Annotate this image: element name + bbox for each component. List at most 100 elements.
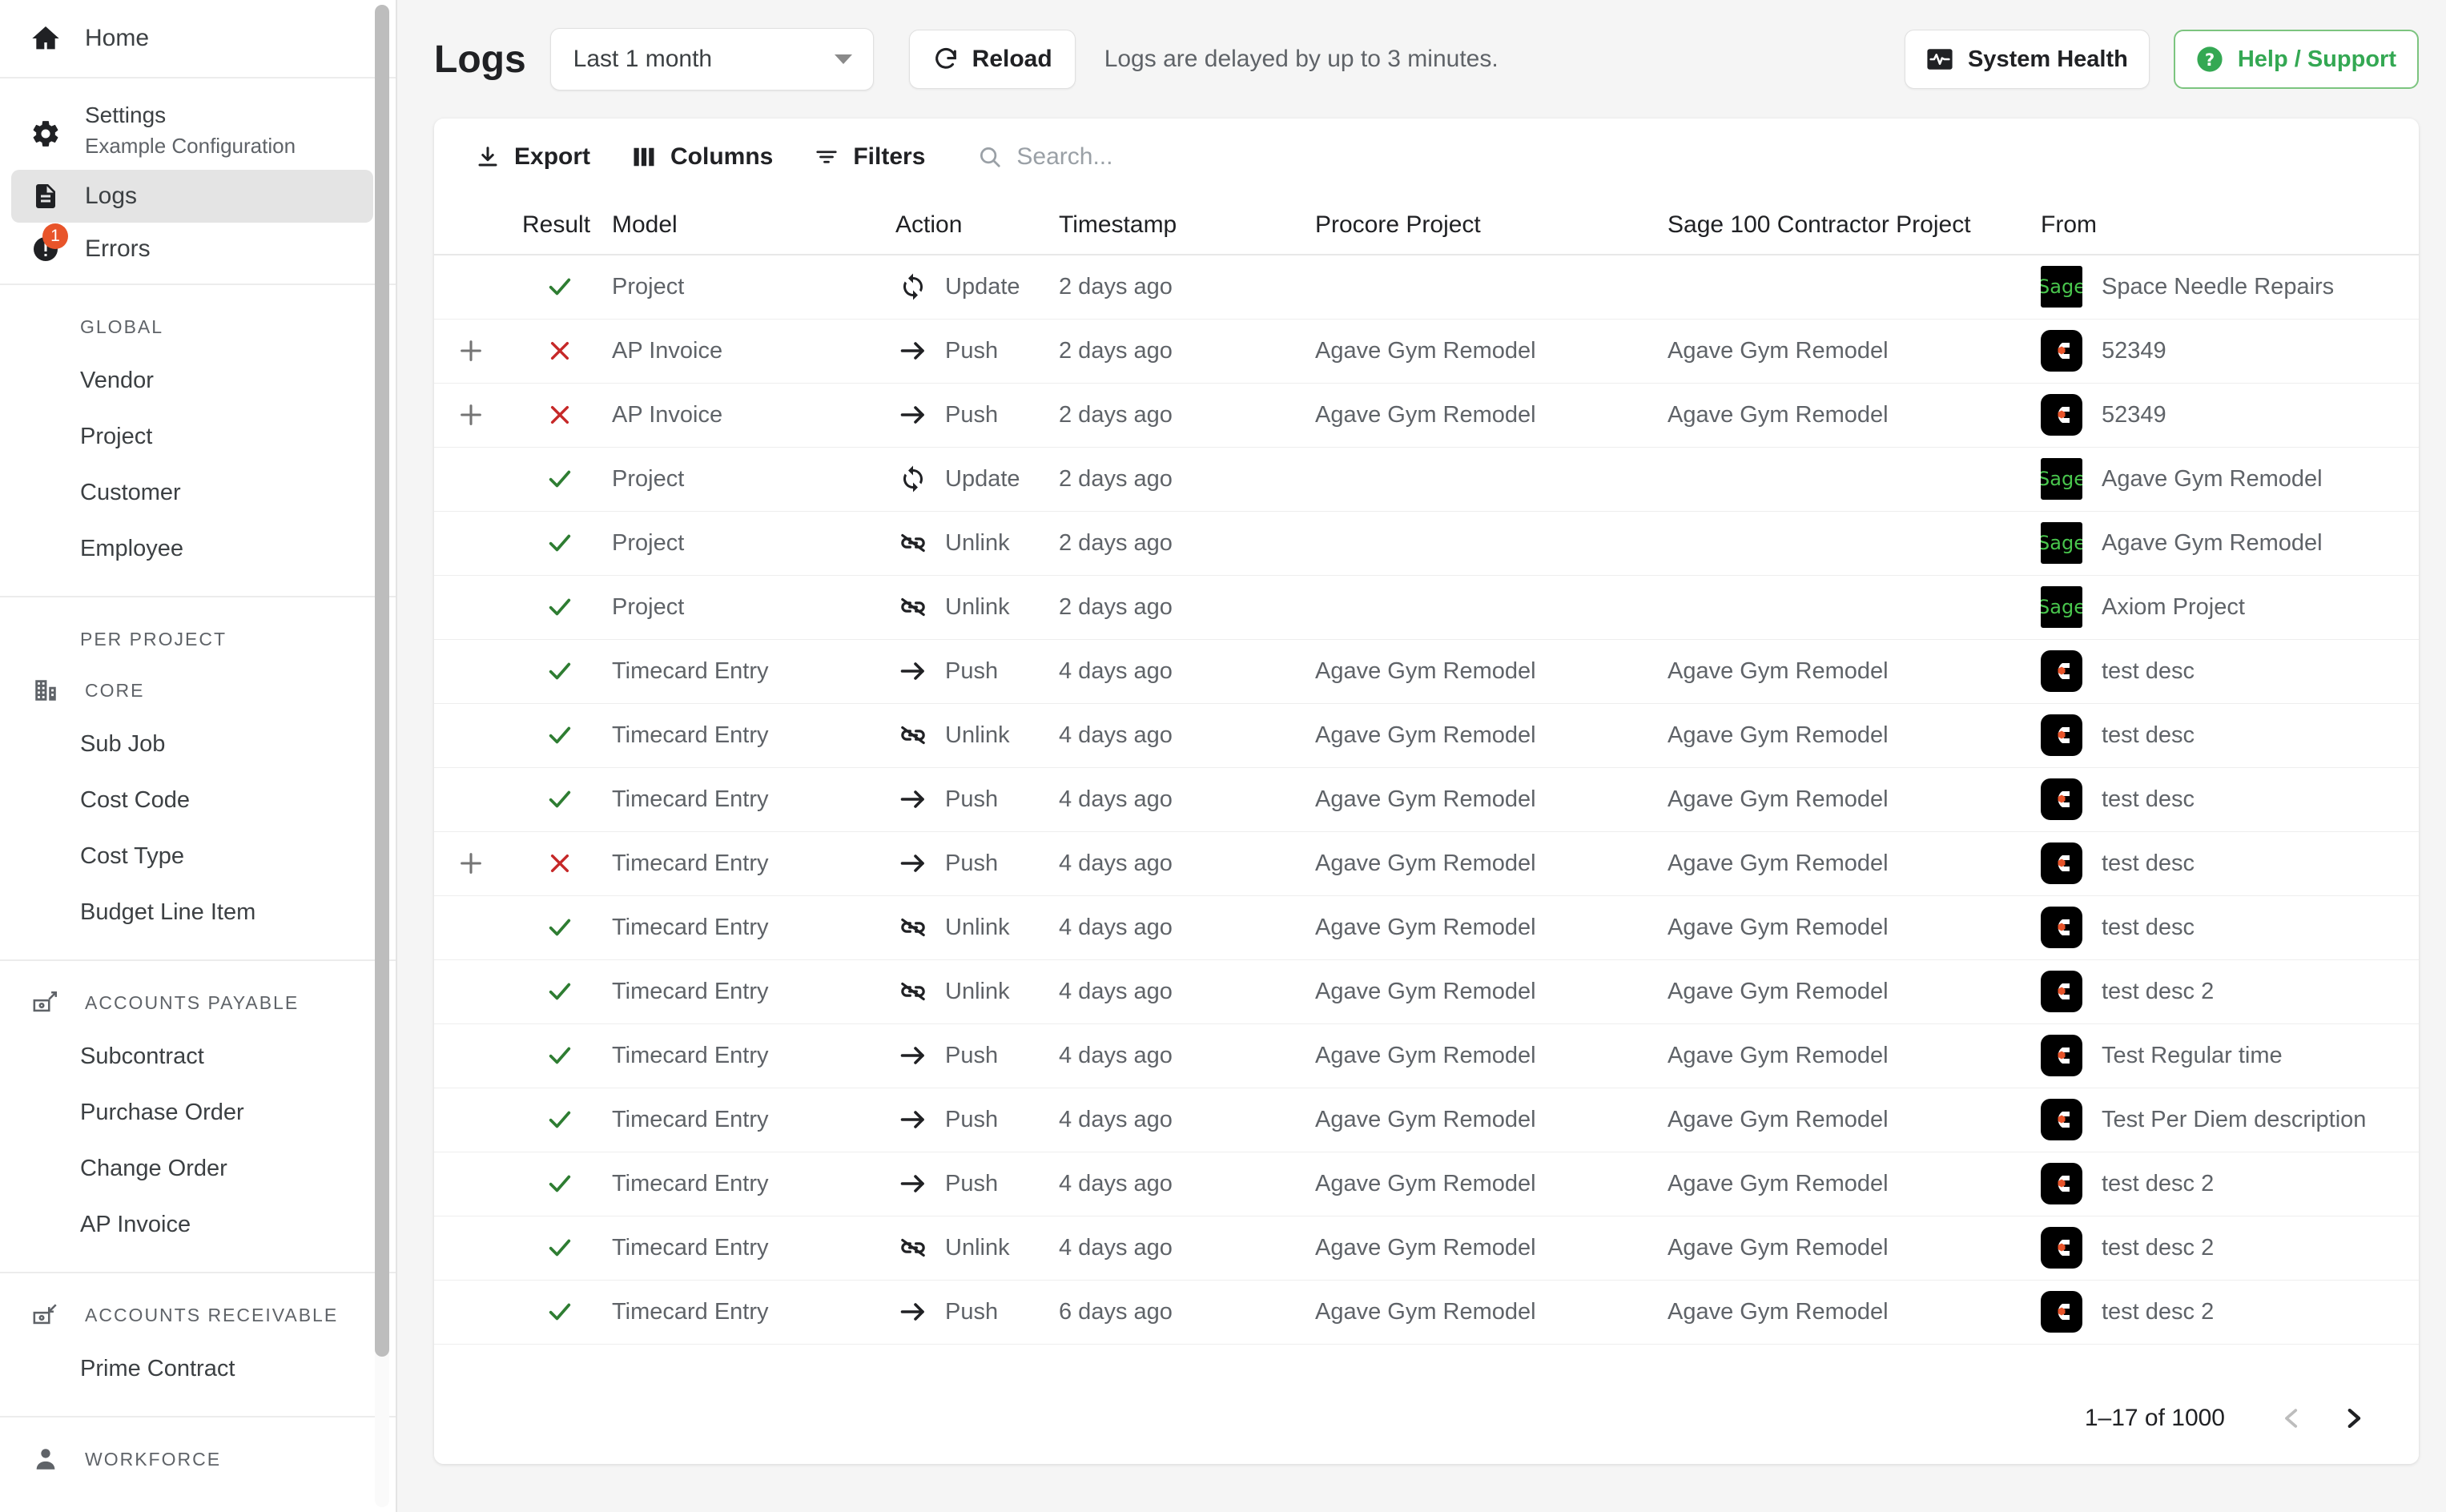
cell-action: Unlink [884, 895, 1054, 960]
cell-sage-project [1653, 511, 2026, 576]
column-header-sage-project[interactable]: Sage 100 Contractor Project [1653, 195, 2026, 255]
cell-expand[interactable] [434, 319, 508, 384]
cell-from: 52349 [2026, 319, 2419, 384]
sidebar-scrollbar-thumb[interactable] [375, 5, 389, 1357]
date-range-select[interactable]: Last 1 month [549, 28, 874, 90]
table-row[interactable]: AP Invoice Push 2 days ago Agave Gym Remode… [434, 319, 2419, 384]
cell-expand[interactable] [434, 639, 508, 704]
column-header-action[interactable]: Action [884, 195, 1054, 255]
cell-model: Project [597, 447, 884, 512]
cell-expand[interactable] [434, 575, 508, 640]
sidebar-item-cost-code[interactable]: Cost Code [0, 772, 396, 828]
column-header-from[interactable]: From [2026, 195, 2419, 255]
procore-logo [2041, 1227, 2082, 1269]
cell-action: Push [884, 319, 1054, 384]
table-row[interactable]: Timecard Entry Push 6 days ago Agave Gym Re… [434, 1280, 2419, 1345]
reload-button[interactable]: Reload [908, 30, 1076, 89]
table-row[interactable]: Timecard Entry Unlink 4 days ago Agave Gym … [434, 895, 2419, 960]
cell-sage-project [1653, 255, 2026, 320]
table-row[interactable]: Timecard Entry Unlink 4 days ago Agave Gym … [434, 703, 2419, 768]
sidebar-item-subcontract[interactable]: Subcontract [0, 1028, 396, 1084]
expand-row-button[interactable] [434, 850, 508, 877]
cell-action: Unlink [884, 959, 1054, 1024]
cell-timestamp: 4 days ago [1054, 831, 1301, 896]
sidebar-item-errors[interactable]: 1 Errors [11, 223, 373, 275]
table-row[interactable]: AP Invoice Push 2 days ago Agave Gym Remode… [434, 383, 2419, 448]
result-status-icon [522, 1042, 597, 1069]
cell-expand[interactable] [434, 767, 508, 832]
sidebar-item-budget-line-item[interactable]: Budget Line Item [0, 884, 396, 940]
cell-expand[interactable] [434, 1216, 508, 1281]
table-row[interactable]: Timecard Entry Unlink 4 days ago Agave Gym … [434, 1216, 2419, 1281]
arrow-right-icon [895, 787, 931, 811]
cell-expand[interactable] [434, 383, 508, 448]
sidebar-item-project[interactable]: Project [0, 408, 396, 464]
expand-row-button[interactable] [434, 337, 508, 364]
from-label: test desc 2 [2102, 978, 2215, 1004]
cell-procore-project: Agave Gym Remodel [1301, 831, 1653, 896]
result-status-icon [522, 1234, 597, 1261]
cell-expand[interactable] [434, 959, 508, 1024]
cell-model: Project [597, 511, 884, 576]
cell-expand[interactable] [434, 1280, 508, 1345]
delay-notice: Logs are delayed by up to 3 minutes. [1104, 46, 1499, 72]
sidebar-item-change-order[interactable]: Change Order [0, 1140, 396, 1196]
table-row[interactable]: Project Unlink 2 days ago Sage Agave Gym Rem… [434, 511, 2419, 576]
action-label: Push [945, 401, 999, 428]
table-row[interactable]: Timecard Entry Push 4 days ago Agave Gym Re… [434, 639, 2419, 704]
result-status-icon [522, 529, 597, 557]
table-row[interactable]: Project Update 2 days ago Sage Space Needle … [434, 255, 2419, 320]
sidebar-item-purchase-order[interactable]: Purchase Order [0, 1084, 396, 1140]
cell-expand[interactable] [434, 895, 508, 960]
table-row[interactable]: Timecard Entry Push 4 days ago Agave Gym Re… [434, 831, 2419, 896]
cell-model: Timecard Entry [597, 1216, 884, 1281]
table-row[interactable]: Timecard Entry Push 4 days ago Agave Gym Re… [434, 767, 2419, 832]
cell-expand[interactable] [434, 703, 508, 768]
help-support-button[interactable]: ? Help / Support [2173, 30, 2419, 89]
table-row[interactable]: Project Update 2 days ago Sage Agave Gym Rem… [434, 447, 2419, 512]
cell-expand[interactable] [434, 447, 508, 512]
sidebar-item-home[interactable]: Home [0, 0, 396, 77]
sidebar-item-ap-invoice[interactable]: AP Invoice [0, 1196, 396, 1253]
previous-page-button[interactable] [2262, 1388, 2323, 1449]
table-row[interactable]: Project Unlink 2 days ago Sage Axiom Project [434, 575, 2419, 640]
table-row[interactable]: Timecard Entry Push 4 days ago Agave Gym Re… [434, 1023, 2419, 1088]
next-page-button[interactable] [2323, 1388, 2384, 1449]
export-button[interactable]: Export [458, 131, 608, 183]
search-box[interactable] [978, 143, 1498, 171]
cell-expand[interactable] [434, 831, 508, 896]
cell-expand[interactable] [434, 1023, 508, 1088]
action-label: Push [945, 1298, 999, 1325]
sidebar-item-sub-job[interactable]: Sub Job [0, 716, 396, 772]
logs-card: Export Columns Filters Search... Result … [434, 119, 2419, 1464]
column-header-procore-project[interactable]: Procore Project [1301, 195, 1653, 255]
filters-button[interactable]: Filters [797, 131, 943, 183]
search-input[interactable] [1016, 143, 1498, 171]
sidebar-item-settings[interactable]: Settings Example Configuration [0, 101, 396, 170]
cell-expand[interactable] [434, 255, 508, 320]
cell-expand[interactable] [434, 1152, 508, 1216]
column-header-model[interactable]: Model [597, 195, 884, 255]
expand-row-button[interactable] [434, 401, 508, 428]
sidebar-item-prime-contract[interactable]: Prime Contract [0, 1341, 396, 1397]
columns-button[interactable]: Columns [614, 131, 791, 183]
sidebar-item-logs[interactable]: Logs [11, 170, 373, 223]
sidebar-item-employee[interactable]: Employee [0, 521, 396, 577]
table-row[interactable]: Timecard Entry Unlink 4 days ago Agave Gym … [434, 959, 2419, 1024]
cell-action: Unlink [884, 575, 1054, 640]
cell-from: test desc 2 [2026, 1216, 2419, 1281]
sidebar-item-cost-type[interactable]: Cost Type [0, 828, 396, 884]
unlink-icon [895, 531, 931, 555]
action-label: Push [945, 1170, 999, 1196]
system-health-button[interactable]: System Health [1904, 30, 2150, 89]
sidebar-item-customer[interactable]: Customer [0, 464, 396, 521]
cell-expand[interactable] [434, 1088, 508, 1152]
result-status-icon [522, 1298, 597, 1325]
column-header-result[interactable]: Result [508, 195, 597, 255]
table-row[interactable]: Timecard Entry Push 4 days ago Agave Gym Re… [434, 1088, 2419, 1152]
sidebar-item-sub-job-label: Sub Job [80, 730, 166, 757]
table-row[interactable]: Timecard Entry Push 4 days ago Agave Gym Re… [434, 1152, 2419, 1216]
sidebar-item-vendor[interactable]: Vendor [0, 352, 396, 408]
cell-expand[interactable] [434, 511, 508, 576]
column-header-timestamp[interactable]: Timestamp [1054, 195, 1301, 255]
